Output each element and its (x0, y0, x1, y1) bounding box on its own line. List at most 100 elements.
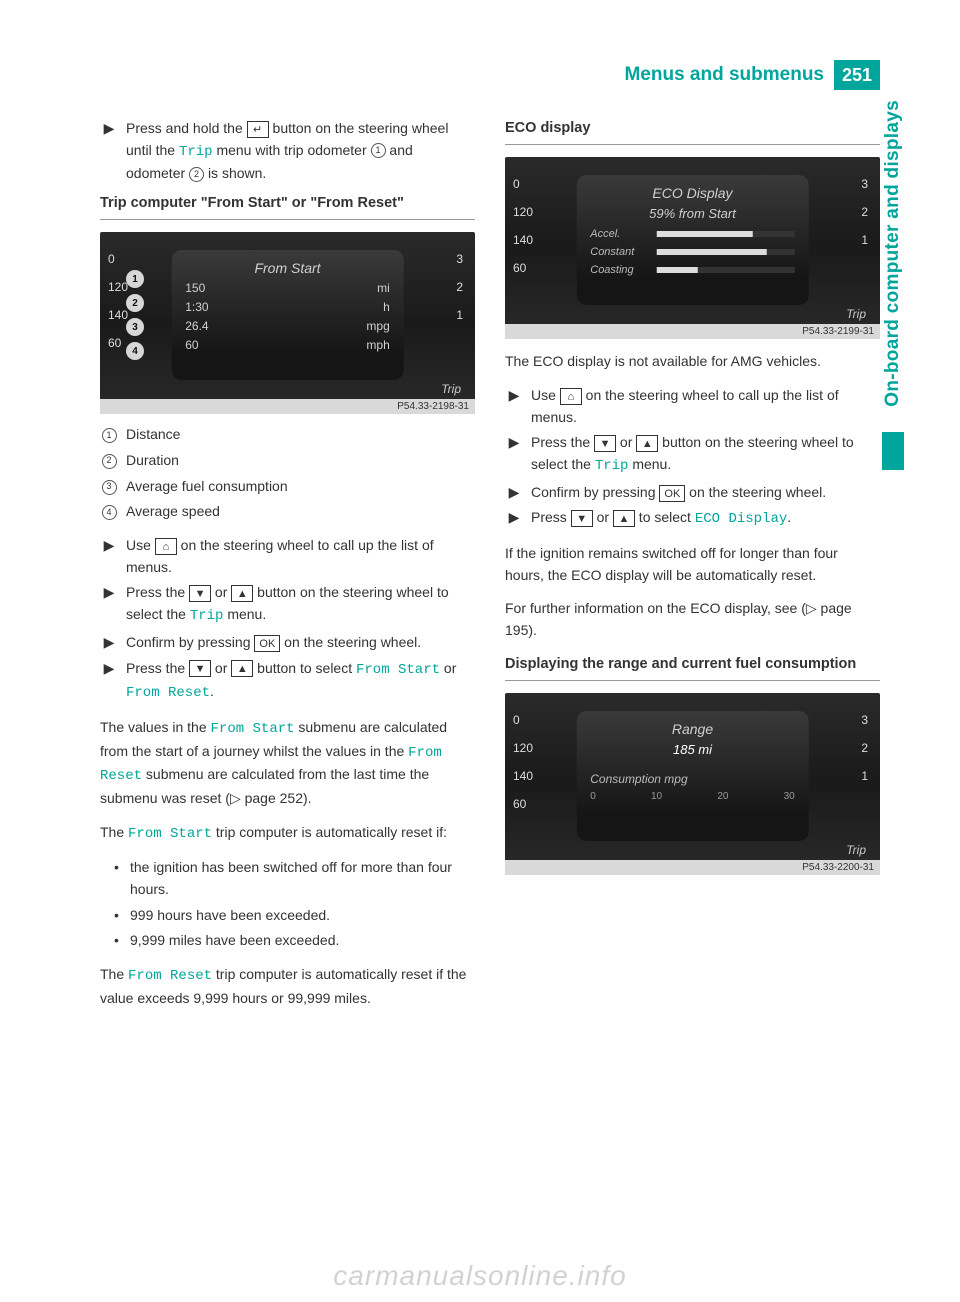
step-arrow-icon: ▶ (100, 632, 118, 654)
tick: 60 (513, 797, 533, 811)
display-row: 60mph (185, 338, 390, 352)
bullet-text: 999 hours have been exceeded. (130, 905, 330, 927)
content-columns: ▶ Press and hold the ↵ button on the ste… (100, 118, 880, 1021)
step-item: ▶ Use ⌂ on the steering wheel to call up… (100, 535, 475, 578)
menu-name: From Start (128, 826, 212, 842)
figure-code: P54.33-2200-31 (505, 860, 880, 875)
bar (656, 267, 795, 273)
display-title: Range (590, 721, 795, 737)
paragraph: The ECO display is not available for AMG… (505, 351, 880, 373)
menu-name: From Reset (128, 968, 212, 984)
display-panel: From Start 150mi 1:30h 26.4mpg 60mph (171, 250, 404, 380)
menu-name: Trip (179, 144, 213, 160)
legend-text: Distance (126, 424, 180, 446)
right-column: ECO display 0 120 140 60 3 2 1 ECO Displ… (505, 118, 880, 1021)
bar-label: Coasting (590, 264, 648, 276)
home-button-icon: ⌂ (155, 538, 177, 555)
tick: 60 (513, 261, 533, 275)
step-text: Press and hold the ↵ button on the steer… (126, 118, 475, 185)
step-item: ▶ Use ⌂ on the steering wheel to call up… (505, 385, 880, 428)
text: is shown. (208, 165, 266, 181)
callout-ref: 2 (189, 167, 204, 182)
menu-name: Trip (190, 608, 224, 624)
text: Confirm by pressing (126, 634, 254, 650)
subsection-heading: Displaying the range and current fuel co… (505, 654, 880, 674)
paragraph: If the ignition remains switched off for… (505, 543, 880, 586)
ok-button-icon: OK (254, 635, 280, 652)
display-value: 185 mi (590, 742, 795, 757)
text: menu. (223, 606, 266, 622)
text: on the steering wheel. (280, 634, 421, 650)
left-column: ▶ Press and hold the ↵ button on the ste… (100, 118, 475, 1021)
bar-label: Constant (590, 246, 648, 258)
unit: mph (366, 338, 389, 352)
tick: 1 (456, 308, 463, 322)
step-arrow-icon: ▶ (100, 658, 118, 705)
divider (505, 680, 880, 681)
step-text: Confirm by pressing OK on the steering w… (531, 482, 826, 504)
display-row: 26.4mpg (185, 319, 390, 333)
unit: mpg (366, 319, 389, 333)
display-footer: Trip (441, 382, 461, 396)
tick: 20 (717, 791, 728, 802)
page-number: 251 (834, 60, 880, 90)
figure-trip-computer: 0 120 140 60 3 2 1 1 2 3 4 From Star (100, 232, 475, 414)
text: Confirm by pressing (531, 484, 659, 500)
step-item: ▶ Press the ▼ or ▲ button to select From… (100, 658, 475, 705)
display-title: From Start (185, 260, 390, 276)
legend-text: Average speed (126, 501, 220, 523)
legend-item: 4Average speed (100, 501, 475, 523)
display-footer: Trip (846, 843, 866, 857)
text: . (787, 509, 791, 525)
bar-fill (656, 231, 753, 237)
menu-name: ECO Display (695, 511, 787, 527)
ok-button-icon: OK (659, 485, 685, 502)
side-tab-label: On-board computer and displays (882, 100, 904, 407)
text: or (211, 660, 231, 676)
display-panel: ECO Display 59% from Start Accel. Consta… (576, 175, 809, 305)
tick: 140 (513, 769, 533, 783)
section-title: Menus and submenus (624, 64, 824, 86)
unit: h (383, 300, 390, 314)
bullet-item: •the ignition has been switched off for … (114, 857, 475, 900)
step-text: Use ⌂ on the steering wheel to call up t… (126, 535, 475, 578)
text: trip computer is automatically reset if: (212, 824, 447, 840)
step-item: ▶ Press the ▼ or ▲ button on the steerin… (100, 582, 475, 627)
text: The (100, 824, 128, 840)
text: or (616, 434, 636, 450)
text: The values in the (100, 719, 211, 735)
text: submenu are calculated from the last tim… (100, 766, 429, 806)
legend-item: 1Distance (100, 424, 475, 446)
figure-code: P54.33-2199-31 (505, 324, 880, 339)
consumption-label: Consumption mpg (590, 772, 795, 786)
up-button-icon: ▲ (636, 435, 658, 452)
figure-code: P54.33-2198-31 (100, 399, 475, 414)
paragraph: The From Start trip computer is automati… (100, 822, 475, 846)
value: 150 (185, 281, 205, 295)
bullet-icon: • (114, 905, 124, 927)
paragraph: The values in the From Start submenu are… (100, 717, 475, 810)
tick: 1 (861, 769, 868, 783)
tick: 10 (651, 791, 662, 802)
callout-4: 4 (126, 342, 144, 360)
step-arrow-icon: ▶ (505, 482, 523, 504)
text: Press the (126, 584, 189, 600)
step-text: Press ▼ or ▲ to select ECO Display. (531, 507, 791, 531)
text: or (593, 509, 613, 525)
step-arrow-icon: ▶ (505, 507, 523, 531)
watermark: carmanualsonline.info (333, 1260, 626, 1292)
divider (505, 144, 880, 145)
bar-row: Constant (590, 246, 795, 258)
menu-name: From Start (211, 721, 295, 737)
text: on the steering wheel. (685, 484, 826, 500)
paragraph: The From Reset trip computer is automati… (100, 964, 475, 1009)
step-item: ▶ Confirm by pressing OK on the steering… (505, 482, 880, 504)
display-row: 1:30h (185, 300, 390, 314)
step-arrow-icon: ▶ (505, 432, 523, 477)
tick: 0 (513, 177, 533, 191)
bullet-icon: • (114, 857, 124, 900)
page: Menus and submenus 251 On-board computer… (0, 0, 960, 1302)
eco-bars: Accel. Constant Coasting (590, 228, 795, 276)
menu-name: From Start (356, 662, 440, 678)
text: button to select (253, 660, 356, 676)
